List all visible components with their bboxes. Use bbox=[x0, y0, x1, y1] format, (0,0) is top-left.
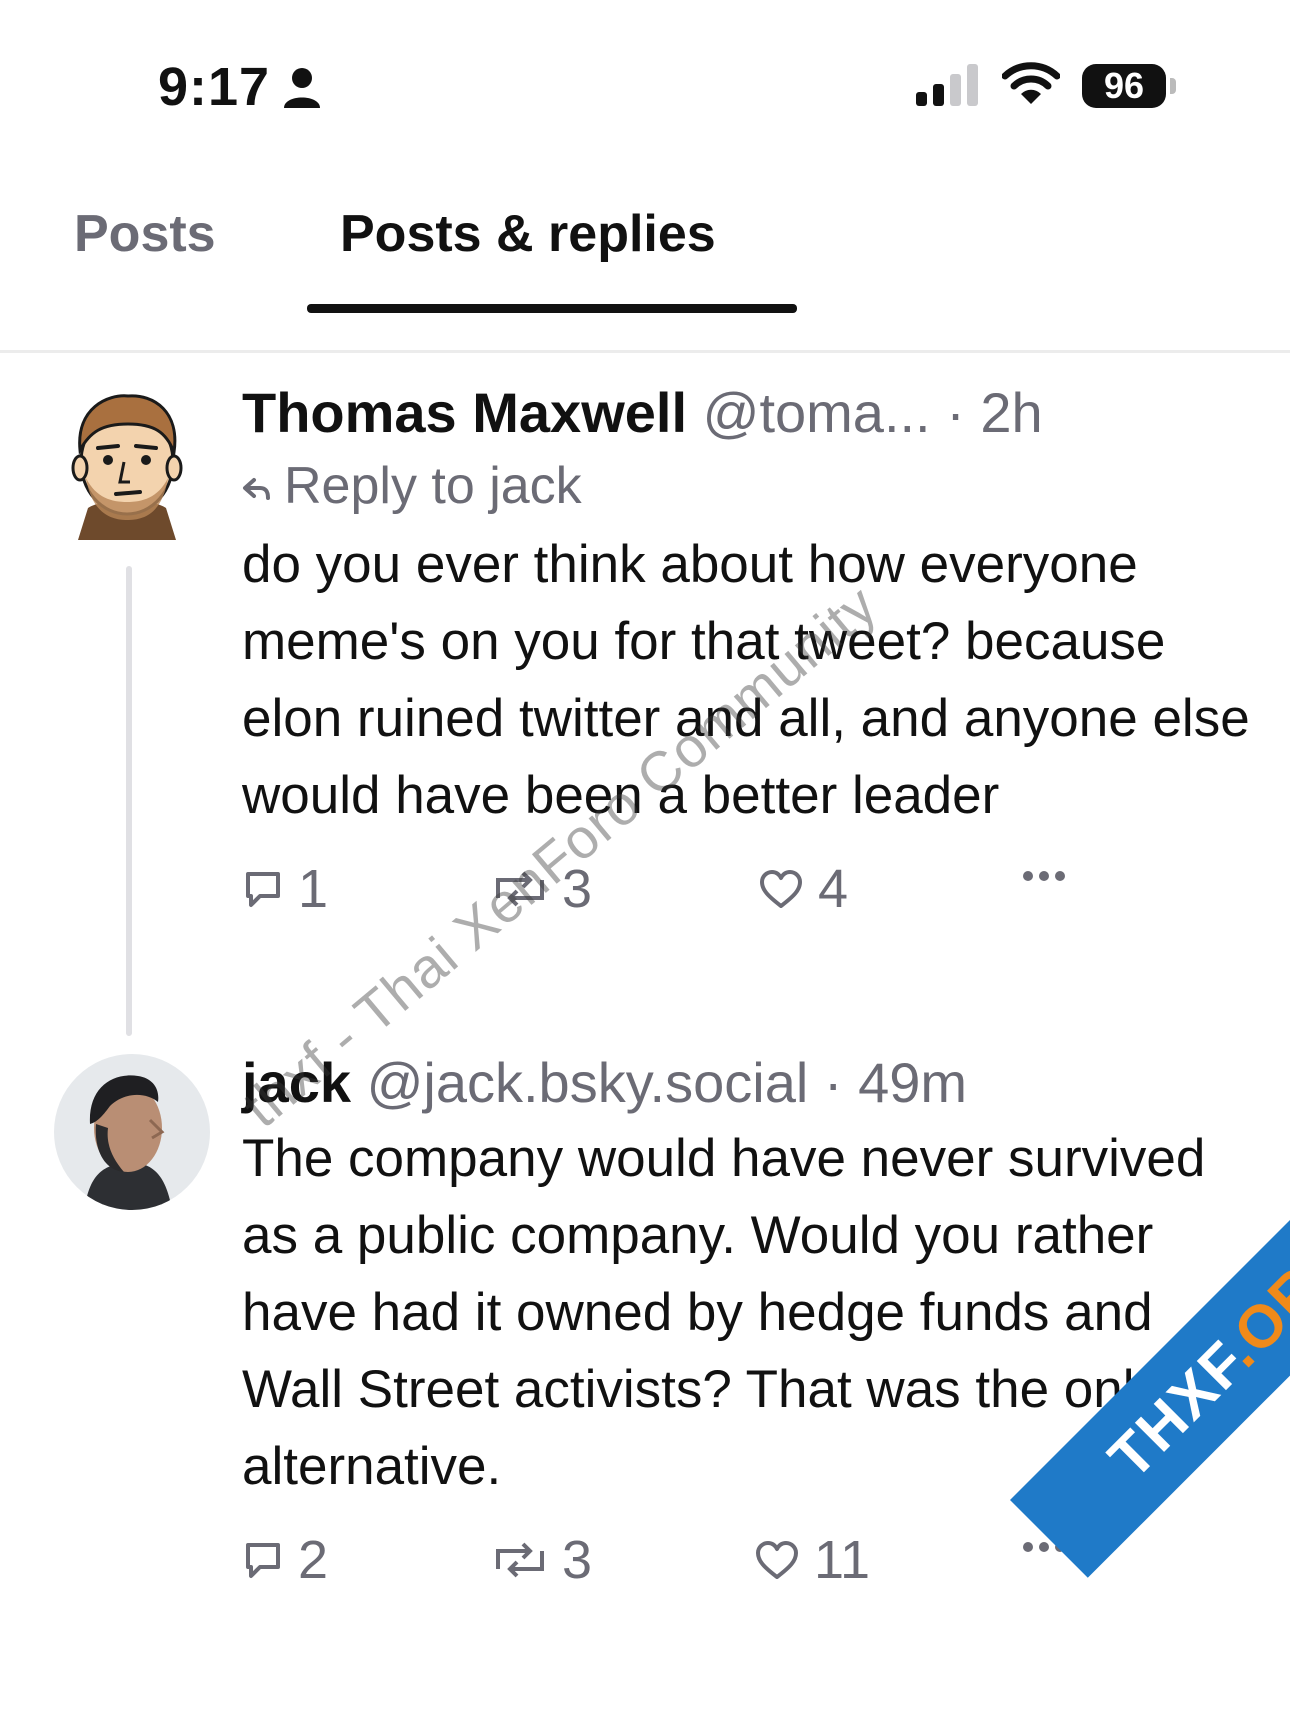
status-time: 9:17 bbox=[158, 57, 271, 117]
post-header: jack @jack.bsky.social · 49m bbox=[242, 1050, 1252, 1116]
reply-to-text: Reply to jack bbox=[284, 457, 582, 515]
repost-count: 3 bbox=[562, 1530, 593, 1590]
avatar-photo bbox=[54, 1054, 210, 1210]
wifi-icon bbox=[1002, 62, 1060, 104]
reply-count: 1 bbox=[298, 859, 329, 919]
person-icon bbox=[284, 68, 320, 108]
reply-to-label[interactable]: Reply to jack bbox=[242, 450, 1252, 522]
like-count: 11 bbox=[814, 1530, 871, 1590]
avatar[interactable] bbox=[62, 390, 192, 540]
author-handle[interactable]: @jack.bsky.social bbox=[367, 1051, 809, 1114]
like-button[interactable]: 11 bbox=[754, 1529, 870, 1591]
avatar[interactable] bbox=[54, 1054, 210, 1210]
post-time[interactable]: 49m bbox=[858, 1051, 967, 1114]
author-handle[interactable]: @toma... bbox=[703, 381, 931, 444]
profile-tabs: Posts Posts & replies bbox=[0, 170, 1290, 353]
heart-icon bbox=[760, 870, 802, 908]
avatar-illustration bbox=[71, 394, 183, 540]
post-time[interactable]: 2h bbox=[980, 381, 1042, 444]
repost-icon bbox=[496, 1542, 544, 1578]
post-actions: 1 3 4 bbox=[242, 858, 1252, 938]
reply-button[interactable]: 2 bbox=[242, 1529, 328, 1591]
post-header: Thomas Maxwell @toma... · 2h bbox=[242, 380, 1252, 446]
tab-posts[interactable]: Posts bbox=[74, 204, 216, 264]
battery-cap bbox=[1170, 78, 1176, 94]
comment-icon bbox=[246, 872, 280, 907]
heart-icon bbox=[756, 1541, 798, 1579]
more-options-button[interactable] bbox=[1020, 866, 1082, 886]
separator-dot: · bbox=[823, 1051, 843, 1114]
ellipsis-icon bbox=[1023, 871, 1065, 881]
reply-button[interactable]: 1 bbox=[242, 858, 328, 920]
active-tab-indicator bbox=[307, 304, 797, 313]
reply-count: 2 bbox=[298, 1530, 329, 1590]
battery-level: 96 bbox=[1103, 65, 1145, 106]
tab-posts-and-replies[interactable]: Posts & replies bbox=[340, 204, 716, 264]
reply-arrow-icon bbox=[243, 478, 270, 501]
signal-icon bbox=[916, 64, 978, 106]
like-count: 4 bbox=[818, 859, 849, 919]
like-button[interactable]: 4 bbox=[758, 858, 848, 920]
repost-button[interactable]: 3 bbox=[492, 1529, 592, 1591]
status-bar: 9:17 96 bbox=[0, 0, 1290, 150]
battery-icon: 96 bbox=[1082, 64, 1166, 108]
separator-dot: · bbox=[946, 381, 965, 444]
author-name[interactable]: Thomas Maxwell bbox=[242, 381, 687, 444]
thread-connector bbox=[126, 566, 132, 1036]
comment-icon bbox=[246, 1543, 280, 1578]
